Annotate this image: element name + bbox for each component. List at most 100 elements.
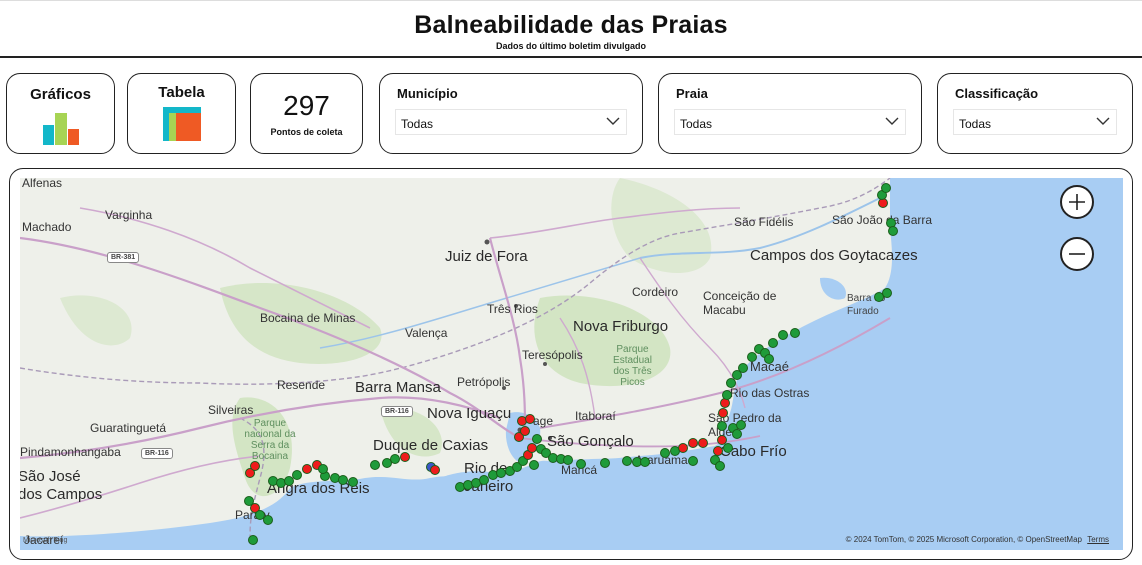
map-point[interactable] [525,414,535,424]
place-label: Três Rios [487,302,538,316]
chevron-down-icon [606,117,620,125]
map-point[interactable] [764,354,774,364]
bing-logo: Microsoft Bing [23,537,68,544]
minus-icon [1069,253,1085,255]
map-point[interactable] [718,408,728,418]
place-label: São João da Barra [832,213,933,227]
place-label: Itaboraí [575,409,616,423]
map-point[interactable] [678,443,688,453]
place-label: Guaratinguetá [90,421,167,435]
map-point[interactable] [688,438,698,448]
table-icon [162,107,201,141]
municipio-dropdown[interactable]: Todas [395,109,627,135]
kpi-card: 297 Pontos de coleta [250,73,363,154]
place-label: São Gonçalo [547,433,634,450]
place-label: Parque Estadual dos Três Picos [613,344,652,388]
zoom-out-button[interactable] [1060,237,1094,271]
map-point[interactable] [390,454,400,464]
place-label: Barra Mansa [355,379,441,396]
map-point[interactable] [732,429,742,439]
tabela-button[interactable]: Tabela [127,73,236,154]
praia-label: Praia [676,86,708,101]
map-point[interactable] [790,328,800,338]
highway-shield: BR-116 [141,448,173,459]
place-label: Campos dos Goytacazes [750,247,918,264]
map-point[interactable] [529,460,539,470]
map-point[interactable] [768,338,778,348]
report-page: Balneabilidade das Praias Dados do últim… [0,0,1142,565]
map-point[interactable] [248,535,258,545]
highway-shield: BR-116 [381,406,413,417]
kpi-caption: Pontos de coleta [270,127,343,137]
map-point[interactable] [563,455,573,465]
place-label: Conceição de Macabu [703,289,777,317]
place-label: Machado [22,220,72,234]
chevron-down-icon [1096,117,1110,125]
map-point[interactable] [532,434,542,444]
map-point[interactable] [747,352,757,362]
map-point[interactable] [600,458,610,468]
map-point[interactable] [888,226,898,236]
place-label: Petrópolis [457,375,511,389]
place-label: Juiz de Fora [445,248,528,265]
graficos-label: Gráficos [30,86,91,103]
map-point[interactable] [348,477,358,487]
place-label: Nova Friburgo [573,318,669,335]
map-point[interactable] [723,443,733,453]
place-label: age [533,414,554,428]
map-point[interactable] [660,448,670,458]
map-point[interactable] [698,438,708,448]
map-point[interactable] [292,470,302,480]
terms-link[interactable]: Terms [1087,535,1109,544]
classificacao-dropdown[interactable]: Todas [953,109,1117,135]
map-point[interactable] [338,475,348,485]
highway-shield: BR-381 [107,252,140,263]
map-point[interactable] [881,183,891,193]
place-label: Teresópolis [522,348,583,362]
place-label: Alfenas [22,178,63,190]
praia-slicer: Praia Todas [658,73,922,154]
praia-dropdown[interactable]: Todas [674,109,906,135]
attribution-text: © 2024 TomTom, © 2025 Microsoft Corporat… [845,535,1082,544]
kpi-value: 297 [283,90,330,121]
classificacao-value: Todas [959,117,992,131]
graficos-button[interactable]: Gráficos [6,73,115,154]
praia-value: Todas [680,117,713,131]
map-canvas[interactable]: Alfenas Varginha Machado Juiz de Fora Sã… [20,178,1123,550]
map-point[interactable] [430,465,440,475]
map-point[interactable] [244,496,254,506]
map-point[interactable] [318,464,328,474]
place-label: Cordeiro [632,285,679,299]
map-point[interactable] [640,457,650,467]
map-point[interactable] [778,330,788,340]
classificacao-label: Classificação [955,86,1039,101]
zoom-in-button[interactable] [1060,185,1094,219]
place-label: Valença [405,326,448,340]
map-point[interactable] [400,452,410,462]
place-label: Silveiras [208,403,254,417]
map-point[interactable] [882,288,892,298]
place-label: Nova Iguaçu [427,405,512,422]
map-point[interactable] [715,461,725,471]
page-title: Balneabilidade das Praias [414,11,728,39]
place-label: Bocaina de Minas [260,311,356,325]
map-point[interactable] [738,363,748,373]
map-point[interactable] [263,515,273,525]
map-point[interactable] [713,446,723,456]
map-point[interactable] [622,456,632,466]
map-point[interactable] [688,456,698,466]
map-point[interactable] [250,461,260,471]
plus-icon [1069,194,1085,210]
map-point[interactable] [722,390,732,400]
page-subtitle: Dados do último boletim divulgado [496,41,646,51]
map-point[interactable] [576,459,586,469]
report-header: Balneabilidade das Praias Dados do últim… [0,0,1142,58]
map-point[interactable] [520,426,530,436]
tabela-label: Tabela [158,84,205,101]
place-label: São Fidélis [734,215,794,229]
map-basemap [20,178,1123,550]
map-point[interactable] [370,460,380,470]
map-visual: Alfenas Varginha Machado Juiz de Fora Sã… [9,168,1133,560]
map-point[interactable] [717,421,727,431]
map-point[interactable] [302,464,312,474]
